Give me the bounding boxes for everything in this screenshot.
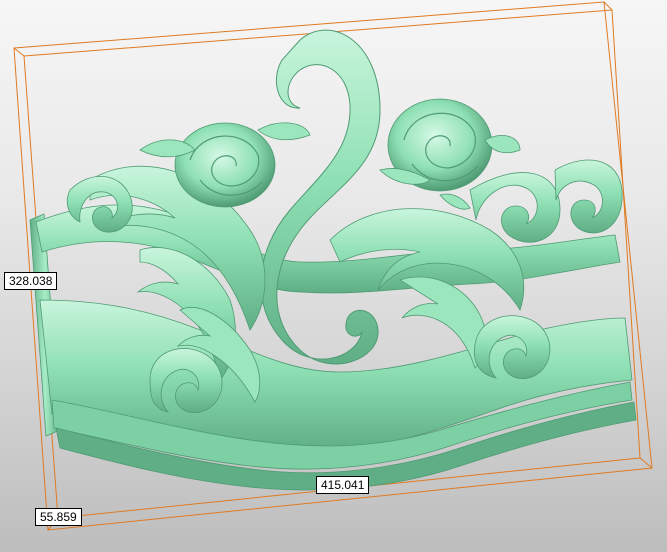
model-scene[interactable] <box>0 0 667 552</box>
depth-dimension-label: 55.859 <box>35 508 82 526</box>
width-dimension-label: 415.041 <box>316 476 370 494</box>
height-dimension-label: 328.038 <box>4 272 58 290</box>
central-s-scroll <box>260 29 381 365</box>
right-end-scroll <box>554 159 623 234</box>
3d-viewport[interactable]: 328.038 415.041 55.859 <box>0 0 667 552</box>
carved-panel-model[interactable] <box>29 29 637 491</box>
right-rose <box>379 98 521 210</box>
right-leaf-2 <box>399 276 487 369</box>
